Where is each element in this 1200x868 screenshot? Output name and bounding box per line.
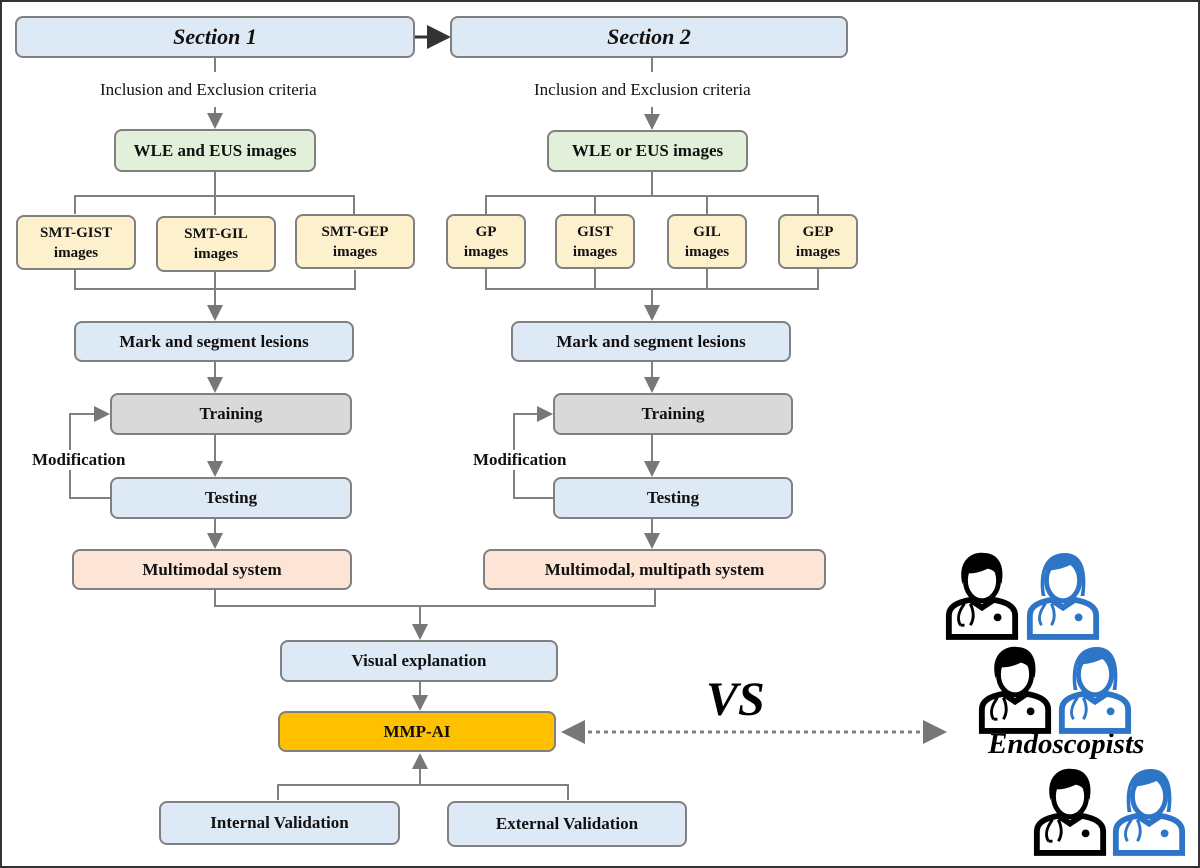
- section-1-system: Multimodal system: [72, 549, 352, 590]
- section-2-criteria: Inclusion and Exclusion criteria: [534, 80, 751, 99]
- doctor-male-icon: [976, 640, 1054, 736]
- section-2-testing: Testing: [553, 477, 793, 519]
- section-2-mark-segment: Mark and segment lesions: [511, 321, 791, 362]
- class-gep: GEP images: [778, 214, 858, 269]
- internal-validation: Internal Validation: [159, 801, 400, 845]
- doctor-female-icon: [1056, 640, 1134, 736]
- class-gp: GP images: [446, 214, 526, 269]
- doctor-female-icon: [1110, 762, 1188, 858]
- doctor-male-icon: [1031, 762, 1109, 858]
- class-smt-gil: SMT-GIL images: [156, 216, 276, 272]
- class-gist: GIST images: [555, 214, 635, 269]
- section-2-training: Training: [553, 393, 793, 435]
- visual-explanation: Visual explanation: [280, 640, 558, 682]
- class-smt-gist: SMT-GIST images: [16, 215, 136, 270]
- mmp-ai: MMP-AI: [278, 711, 556, 752]
- external-validation: External Validation: [447, 801, 687, 847]
- section-1-testing: Testing: [110, 477, 352, 519]
- section-2-system: Multimodal, multipath system: [483, 549, 826, 590]
- section-1-header: Section 1: [15, 16, 415, 58]
- section-1-modification: Modification: [32, 450, 126, 470]
- class-smt-gep: SMT-GEP images: [295, 214, 415, 269]
- section-2-images: WLE or EUS images: [547, 130, 748, 172]
- section-1-mark-segment: Mark and segment lesions: [74, 321, 354, 362]
- section-1-criteria: Inclusion and Exclusion criteria: [100, 80, 317, 99]
- section-1-training: Training: [110, 393, 352, 435]
- vs-label: VS: [706, 673, 765, 726]
- section-1-images: WLE and EUS images: [114, 129, 316, 172]
- doctor-male-icon: [943, 546, 1021, 642]
- class-gil: GIL images: [667, 214, 747, 269]
- section-2-modification: Modification: [473, 450, 567, 470]
- section-2-header: Section 2: [450, 16, 848, 58]
- doctor-female-icon: [1024, 546, 1102, 642]
